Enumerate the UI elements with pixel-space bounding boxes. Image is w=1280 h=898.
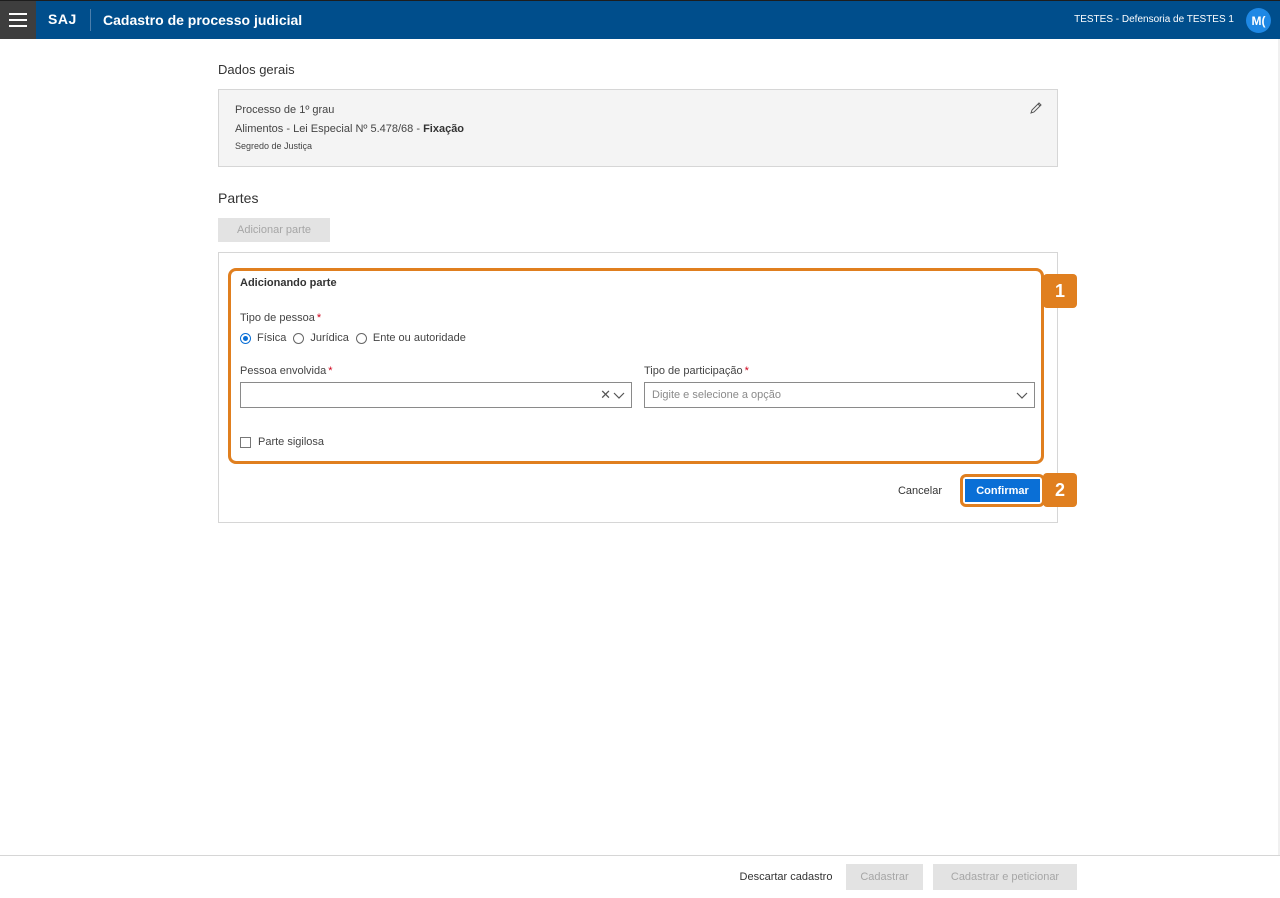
dados-gerais-card: Processo de 1º grau Alimentos - Lei Espe… bbox=[218, 89, 1058, 167]
radio-ente-autoridade-label[interactable]: Ente ou autoridade bbox=[373, 332, 466, 344]
avatar[interactable]: M( bbox=[1246, 8, 1271, 33]
menu-icon[interactable] bbox=[0, 1, 36, 39]
tipo-participacao-input[interactable] bbox=[645, 383, 985, 407]
parte-sigilosa-label[interactable]: Parte sigilosa bbox=[258, 436, 324, 448]
page-title: Cadastro de processo judicial bbox=[103, 12, 303, 28]
required-mark: * bbox=[316, 312, 322, 324]
radio-ente-autoridade[interactable] bbox=[355, 332, 367, 344]
process-class: Alimentos - Lei Especial Nº 5.478/68 - F… bbox=[235, 123, 464, 135]
parte-sigilosa-checkbox[interactable] bbox=[240, 436, 251, 448]
top-bar: SAJ Cadastro de processo judicial TESTES… bbox=[0, 0, 1280, 39]
user-organization[interactable]: TESTES - Defensoria de TESTES 1 bbox=[1074, 14, 1234, 25]
process-secrecy: Segredo de Justiça bbox=[235, 141, 313, 151]
tipo-participacao-label: Tipo de participação * bbox=[644, 365, 749, 377]
brand-logo[interactable]: SAJ bbox=[48, 11, 77, 27]
callout-badge-1: 1 bbox=[1043, 274, 1077, 308]
pessoa-envolvida-select[interactable]: ✕ bbox=[240, 382, 632, 408]
required-mark: * bbox=[744, 365, 749, 377]
radio-juridica[interactable] bbox=[293, 332, 305, 344]
pencil-icon[interactable] bbox=[1029, 101, 1043, 115]
process-degree: Processo de 1º grau bbox=[235, 104, 335, 116]
partes-title: Partes bbox=[218, 190, 259, 206]
confirm-button[interactable]: Confirmar bbox=[965, 479, 1040, 502]
chevron-down-icon[interactable] bbox=[613, 389, 625, 401]
tipo-participacao-select[interactable] bbox=[644, 382, 1035, 408]
tipo-pessoa-radio-group: Física Jurídica Ente ou autoridade bbox=[240, 332, 473, 344]
brand-divider bbox=[90, 9, 91, 31]
parte-sigilosa-row: Parte sigilosa bbox=[240, 436, 324, 448]
cancel-button[interactable]: Cancelar bbox=[888, 480, 952, 502]
pessoa-envolvida-label-text: Pessoa envolvida bbox=[240, 365, 327, 377]
clear-icon[interactable]: ✕ bbox=[600, 387, 611, 403]
footer-divider bbox=[0, 855, 1280, 856]
dados-gerais-title: Dados gerais bbox=[218, 62, 295, 77]
callout-badge-2: 2 bbox=[1043, 473, 1077, 507]
tipo-pessoa-label-text: Tipo de pessoa bbox=[240, 312, 315, 324]
cadastrar-button[interactable]: Cadastrar bbox=[846, 864, 923, 890]
process-class-text: Alimentos - Lei Especial Nº 5.478/68 - bbox=[235, 123, 424, 135]
process-subject: Fixação bbox=[423, 123, 465, 135]
adding-parte-title: Adicionando parte bbox=[240, 277, 337, 289]
required-mark: * bbox=[328, 365, 333, 377]
radio-juridica-label[interactable]: Jurídica bbox=[310, 332, 349, 344]
chevron-down-icon[interactable] bbox=[1016, 389, 1028, 401]
radio-fisica-label[interactable]: Física bbox=[257, 332, 286, 344]
cadastrar-peticionar-button[interactable]: Cadastrar e peticionar bbox=[933, 864, 1077, 890]
callout-box-1 bbox=[228, 268, 1044, 464]
radio-fisica[interactable] bbox=[240, 332, 251, 344]
tipo-participacao-label-text: Tipo de participação bbox=[644, 365, 743, 377]
tipo-pessoa-label: Tipo de pessoa * bbox=[240, 312, 321, 324]
pessoa-envolvida-input[interactable] bbox=[241, 383, 581, 407]
pessoa-envolvida-label: Pessoa envolvida * bbox=[240, 365, 333, 377]
discard-button[interactable]: Descartar cadastro bbox=[728, 865, 844, 889]
add-parte-button[interactable]: Adicionar parte bbox=[218, 218, 330, 242]
